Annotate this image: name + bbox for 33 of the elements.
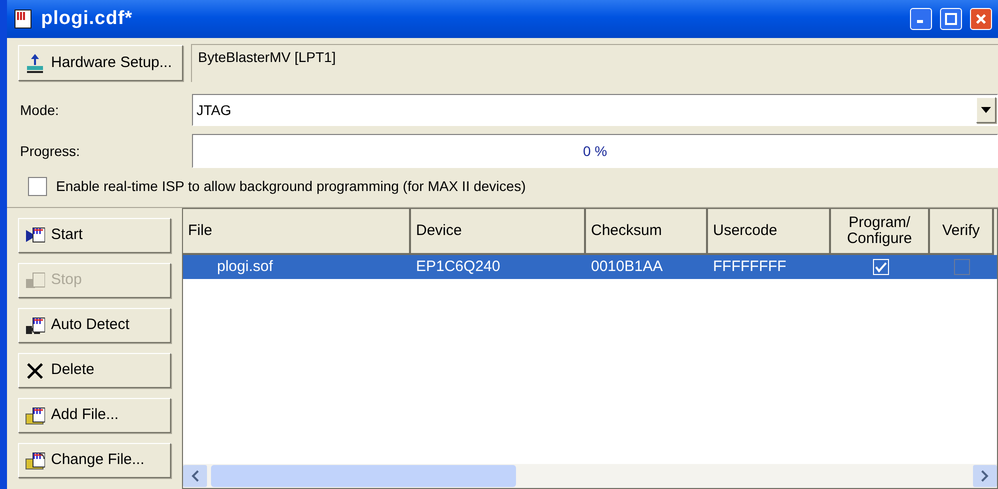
- scroll-right-icon[interactable]: [981, 470, 989, 482]
- minimize-button[interactable]: [910, 8, 932, 30]
- file-icon: [13, 8, 33, 30]
- mode-dropdown[interactable]: JTAG: [192, 94, 998, 126]
- close-icon: [975, 13, 987, 25]
- action-button[interactable]: Change File...: [18, 443, 171, 478]
- scroll-left-icon[interactable]: [191, 470, 199, 482]
- delete-icon: [25, 360, 45, 380]
- play-icon: [25, 226, 45, 246]
- maximize-button[interactable]: [940, 8, 962, 30]
- folder-icon: [25, 406, 45, 426]
- checkbox[interactable]: [28, 177, 47, 196]
- folder-icon: [25, 450, 45, 470]
- table-cell-text: EP1C6Q240: [415, 256, 502, 277]
- mode-label: Mode:: [19, 100, 60, 120]
- hardware-field: ByteBlasterMV [LPT1]: [191, 44, 998, 82]
- table-row[interactable]: plogi.sof EP1C6Q240 0010B1AA FFFFFFFF: [183, 255, 997, 279]
- close-button[interactable]: [970, 8, 992, 30]
- isp-label: Enable real-time ISP to allow background programming (for MAX II devices): [56, 177, 526, 196]
- maximize-icon: [945, 13, 957, 25]
- action-button[interactable]: Add File...: [18, 398, 171, 433]
- horizontal-scrollbar[interactable]: [183, 464, 997, 488]
- action-button[interactable]: Start: [18, 218, 171, 253]
- hardware-icon: [25, 53, 45, 73]
- window-title: plogi.cdf*: [41, 6, 133, 31]
- table-cell-text: FFFFFFFF: [712, 256, 788, 277]
- table-cell-text: 0010B1AA: [590, 256, 664, 277]
- action-button[interactable]: Auto Detect: [18, 308, 171, 343]
- hardware-setup-button[interactable]: Hardware Setup...: [18, 45, 183, 81]
- progress-label: Progress:: [19, 142, 81, 161]
- checkbox[interactable]: [954, 259, 970, 275]
- table-cell-text: plogi.sof: [216, 256, 274, 277]
- action-button[interactable]: Delete: [18, 353, 171, 388]
